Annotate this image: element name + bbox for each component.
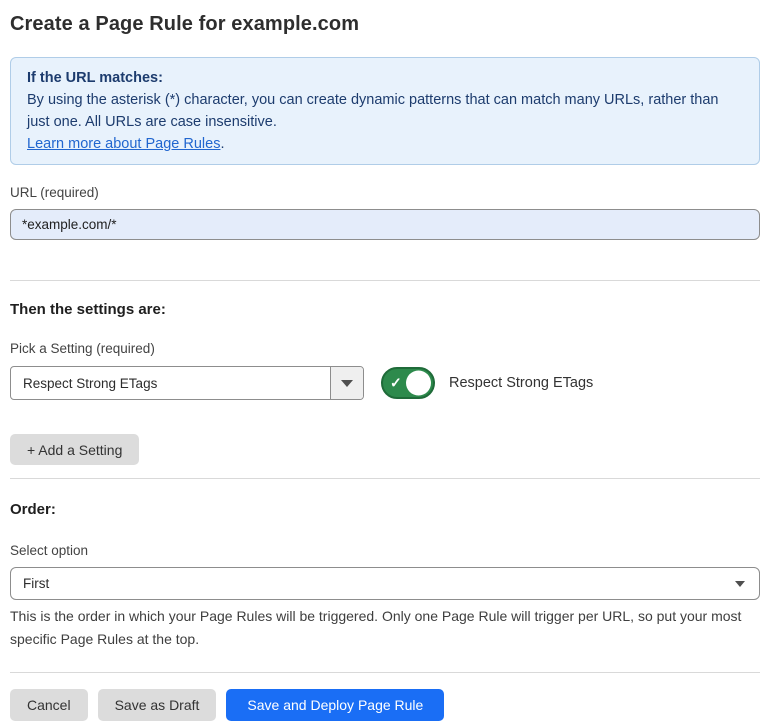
pick-setting-label: Pick a Setting (required) <box>10 341 760 357</box>
save-deploy-button[interactable]: Save and Deploy Page Rule <box>226 689 444 721</box>
create-page-rule-panel: Create a Page Rule for example.com If th… <box>0 0 769 718</box>
add-setting-button[interactable]: + Add a Setting <box>10 434 139 465</box>
respect-strong-etags-toggle[interactable]: ✓ <box>381 367 435 399</box>
info-box-link-line: Learn more about Page Rules. <box>27 133 743 155</box>
settings-section-heading: Then the settings are: <box>10 301 760 319</box>
learn-more-link[interactable]: Learn more about Page Rules <box>27 136 220 152</box>
section-divider <box>10 478 760 479</box>
cancel-button[interactable]: Cancel <box>10 689 88 721</box>
order-section-heading: Order: <box>10 501 760 519</box>
section-divider <box>10 280 760 281</box>
setting-select[interactable]: Respect Strong ETags <box>10 366 364 400</box>
footer-divider <box>10 672 760 673</box>
url-field-label: URL (required) <box>10 185 760 201</box>
order-select-label: Select option <box>10 543 760 559</box>
url-match-info-box: If the URL matches: By using the asteris… <box>10 57 760 165</box>
page-title: Create a Page Rule for example.com <box>10 12 760 36</box>
link-suffix: . <box>220 136 224 152</box>
chevron-down-icon <box>735 581 745 587</box>
order-select[interactable]: First <box>10 567 760 600</box>
chevron-down-icon <box>341 380 353 387</box>
order-select-value: First <box>23 576 49 591</box>
url-input[interactable] <box>10 209 760 240</box>
info-box-body: By using the asterisk (*) character, you… <box>27 89 743 133</box>
toggle-knob <box>406 371 431 396</box>
order-help-text: This is the order in which your Page Rul… <box>10 605 760 651</box>
save-draft-button[interactable]: Save as Draft <box>98 689 217 721</box>
setting-row: Respect Strong ETags ✓ Respect Strong ET… <box>10 366 760 400</box>
info-box-heading: If the URL matches: <box>27 67 743 89</box>
setting-select-arrow-button[interactable] <box>330 367 363 399</box>
setting-select-value: Respect Strong ETags <box>11 367 330 399</box>
footer-actions: Cancel Save as Draft Save and Deploy Pag… <box>10 689 760 721</box>
toggle-label: Respect Strong ETags <box>449 375 593 391</box>
check-icon: ✓ <box>390 375 402 389</box>
